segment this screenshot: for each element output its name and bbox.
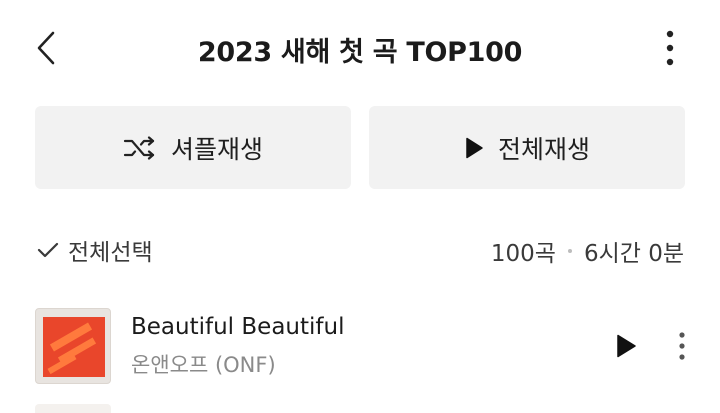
playlist-summary: 100곡 6시간 0분 <box>491 234 684 268</box>
album-cover <box>35 308 111 384</box>
select-all-label: 전체선택 <box>68 240 153 266</box>
track-title: Beautiful Beautiful <box>131 314 345 340</box>
more-vertical-icon <box>679 332 685 364</box>
shuffle-play-label: 셔플재생 <box>170 134 263 164</box>
play-icon <box>615 333 637 363</box>
page-title: 2023 새해 첫 곡 TOP100 <box>197 37 523 68</box>
select-all-toggle[interactable]: 전체선택 <box>36 232 153 268</box>
top-bar: 2023 새해 첫 곡 TOP100 <box>0 0 720 100</box>
track-play-button[interactable] <box>606 328 646 368</box>
play-all-button[interactable]: 전체재생 <box>369 106 685 189</box>
shuffle-icon <box>123 135 157 160</box>
more-options-button[interactable] <box>648 26 692 74</box>
play-all-label: 전체재생 <box>497 134 590 164</box>
track-more-button[interactable] <box>662 326 702 370</box>
track-count: 100곡 <box>490 241 556 267</box>
play-icon <box>464 136 484 160</box>
more-vertical-icon <box>666 30 674 70</box>
separator-dot <box>567 249 572 253</box>
shuffle-play-button[interactable]: 셔플재생 <box>35 106 351 189</box>
track-artist: 온앤오프 (ONF) <box>131 353 276 377</box>
total-duration: 6시간 0분 <box>583 241 684 267</box>
check-icon <box>36 240 60 260</box>
track-row[interactable]: Beautiful Beautiful 온앤오프 (ONF) <box>0 300 720 396</box>
next-track-peek <box>35 404 111 413</box>
